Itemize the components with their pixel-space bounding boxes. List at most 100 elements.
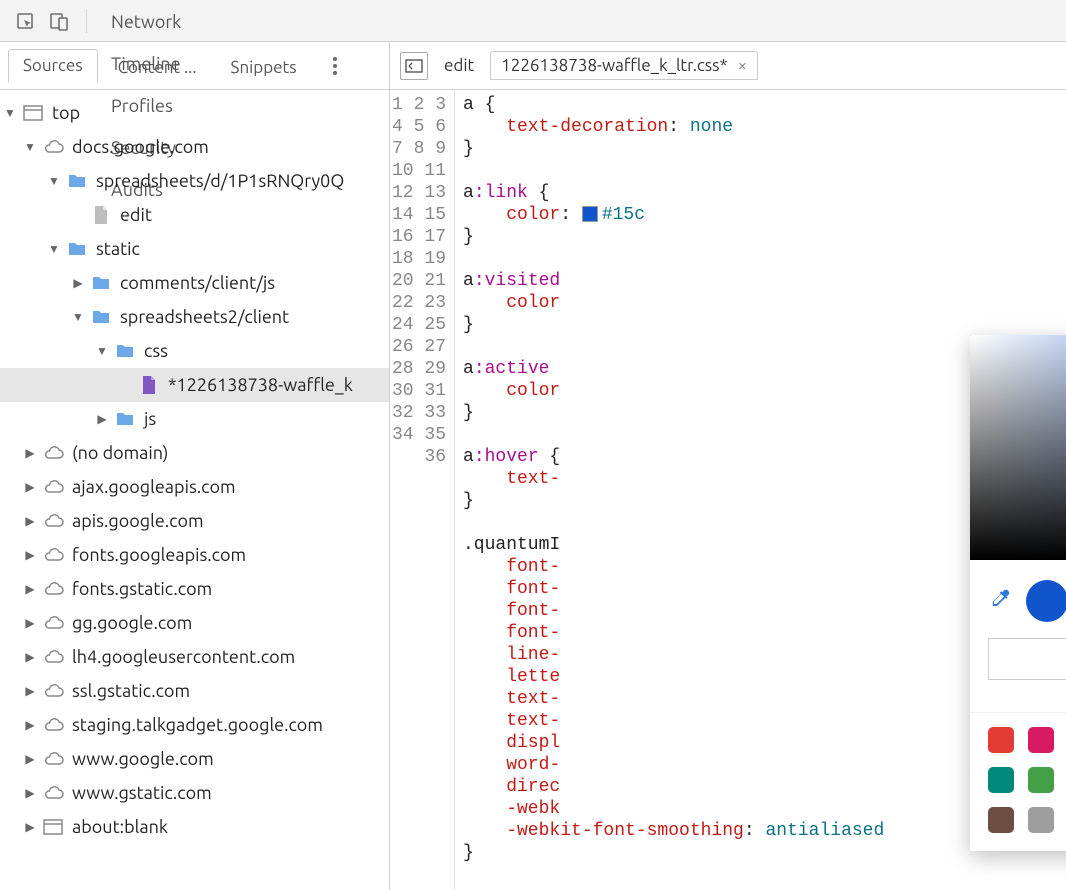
palette-swatch[interactable] <box>988 767 1014 793</box>
color-swatch[interactable] <box>582 206 598 222</box>
tree-item[interactable]: ▶ ajax.googleapis.com <box>0 470 389 504</box>
disclosure-arrow-icon[interactable]: ▶ <box>24 446 36 460</box>
disclosure-arrow-icon[interactable]: ▶ <box>24 752 36 766</box>
tree-item[interactable]: ▶ gg.google.com <box>0 606 389 640</box>
tree-item[interactable]: ▶staging.talkgadget.google.com <box>0 708 389 742</box>
code-editor[interactable]: 1 2 3 4 5 6 7 8 9 10 11 12 13 14 15 16 1… <box>390 90 1066 890</box>
disclosure-arrow-icon[interactable]: ▶ <box>24 718 36 732</box>
close-icon[interactable]: × <box>738 56 748 75</box>
editor-active-tab[interactable]: 1226138738-waffle_k_ltr.css* × <box>490 51 758 80</box>
cloud-icon <box>42 613 64 633</box>
tree-item[interactable]: ▶ www.google.com <box>0 742 389 776</box>
disclosure-arrow-icon[interactable]: ▶ <box>72 276 84 290</box>
tree-item[interactable]: ▶about:blank <box>0 810 389 844</box>
swatch-palette: ▲▼ <box>970 713 1066 851</box>
cssfile-icon <box>138 375 160 395</box>
palette-swatch[interactable] <box>1028 807 1054 833</box>
palette-swatch[interactable] <box>988 807 1014 833</box>
cloud-icon <box>42 443 64 463</box>
tree-item[interactable]: ▶ www.gstatic.com <box>0 776 389 810</box>
tree-item-label: spreadsheets/d/1P1sRNQry0Q <box>96 171 344 191</box>
tree-item[interactable]: ▼ docs.google.com <box>0 130 389 164</box>
line-number-gutter: 1 2 3 4 5 6 7 8 9 10 11 12 13 14 15 16 1… <box>390 90 455 890</box>
tree-item-label: *1226138738-waffle_k <box>168 375 353 395</box>
disclosure-arrow-icon[interactable]: ▶ <box>96 412 108 426</box>
subtab-sources[interactable]: Sources <box>8 49 98 83</box>
tree-item[interactable]: ▶ssl.gstatic.com <box>0 674 389 708</box>
cloud-icon <box>42 749 64 769</box>
tree-item-label: css <box>144 341 168 361</box>
cloud-icon <box>42 715 64 735</box>
tree-item[interactable]: ▼ spreadsheets/d/1P1sRNQry0Q <box>0 164 389 198</box>
navigator-toggle-icon[interactable] <box>400 52 428 80</box>
tree-item[interactable]: *1226138738-waffle_k <box>0 368 389 402</box>
window-icon <box>22 103 44 123</box>
tree-item[interactable]: ▶ lh4.googleusercontent.com <box>0 640 389 674</box>
cloud-icon <box>42 579 64 599</box>
tree-item-label: www.google.com <box>72 749 214 769</box>
tree-item[interactable]: ▶comments/client/js <box>0 266 389 300</box>
tree-item[interactable]: ▼ css <box>0 334 389 368</box>
disclosure-arrow-icon[interactable]: ▶ <box>24 820 36 834</box>
cloud-icon <box>42 681 64 701</box>
tree-item[interactable]: ▶apis.google.com <box>0 504 389 538</box>
disclosure-arrow-icon[interactable]: ▶ <box>24 650 36 664</box>
tree-item-label: top <box>52 103 80 123</box>
saturation-value-field[interactable] <box>970 335 1066 560</box>
disclosure-arrow-icon[interactable]: ▶ <box>24 786 36 800</box>
more-options-icon[interactable] <box>323 57 347 75</box>
tree-item-label: edit <box>120 205 152 225</box>
folder-icon <box>90 307 112 327</box>
folder-icon <box>66 239 88 259</box>
disclosure-arrow-icon[interactable]: ▶ <box>24 616 36 630</box>
sources-toolbar: SourcesContent ...Snippets edit 12261387… <box>0 42 1066 90</box>
subtab-content-[interactable]: Content ... <box>104 52 211 83</box>
palette-swatch[interactable] <box>1028 727 1054 753</box>
palette-swatch[interactable] <box>1028 767 1054 793</box>
disclosure-arrow-icon[interactable]: ▶ <box>24 514 36 528</box>
disclosure-arrow-icon[interactable]: ▼ <box>72 310 84 324</box>
window-icon <box>42 817 64 837</box>
separator <box>86 9 87 33</box>
disclosure-arrow-icon[interactable]: ▼ <box>96 344 108 358</box>
tab-network[interactable]: Network <box>97 1 217 43</box>
cloud-icon <box>42 137 64 157</box>
hex-input[interactable] <box>988 638 1066 680</box>
eyedropper-icon[interactable] <box>988 586 1012 616</box>
device-toggle-icon[interactable] <box>46 8 72 34</box>
tree-item[interactable]: ▶fonts.gstatic.com <box>0 572 389 606</box>
cloud-icon <box>42 511 64 531</box>
tree-item-label: lh4.googleusercontent.com <box>72 647 295 667</box>
disclosure-arrow-icon[interactable]: ▶ <box>24 480 36 494</box>
tree-item-label: gg.google.com <box>72 613 192 633</box>
disclosure-arrow-icon[interactable]: ▶ <box>24 582 36 596</box>
cloud-icon <box>42 545 64 565</box>
disclosure-arrow-icon[interactable]: ▼ <box>48 242 60 256</box>
editor-prev-file[interactable]: edit <box>438 56 480 75</box>
devtools-tab-bar: ElementsConsoleSourcesApplicationNetwork… <box>0 0 1066 42</box>
file-tree: ▼ top ▼ docs.google.com ▼ spreadsheets/d/1P1s… <box>0 90 390 890</box>
inspect-element-icon[interactable] <box>12 8 38 34</box>
editor-tab-title: 1226138738-waffle_k_ltr.css* <box>501 56 727 75</box>
tree-item-label: www.gstatic.com <box>72 783 212 803</box>
tree-item[interactable]: ▶fonts.googleapis.com <box>0 538 389 572</box>
tree-item-label: ajax.googleapis.com <box>72 477 236 497</box>
tree-item-label: docs.google.com <box>72 137 209 157</box>
palette-swatch[interactable] <box>988 727 1014 753</box>
disclosure-arrow-icon[interactable]: ▼ <box>4 106 16 120</box>
subtab-snippets[interactable]: Snippets <box>217 52 311 83</box>
tree-item[interactable]: ▼ spreadsheets2/client <box>0 300 389 334</box>
disclosure-arrow-icon[interactable]: ▶ <box>24 684 36 698</box>
disclosure-arrow-icon[interactable]: ▼ <box>24 140 36 154</box>
tree-item[interactable]: ▶ (no domain) <box>0 436 389 470</box>
tree-item-label: spreadsheets2/client <box>120 307 289 327</box>
tree-item[interactable]: ▶js <box>0 402 389 436</box>
tree-item-label: (no domain) <box>72 443 168 463</box>
cloud-icon <box>42 477 64 497</box>
disclosure-arrow-icon[interactable]: ▶ <box>24 548 36 562</box>
hex-label: HEX <box>970 684 1066 702</box>
tree-item[interactable]: ▼static <box>0 232 389 266</box>
tree-item[interactable]: edit <box>0 198 389 232</box>
tree-item[interactable]: ▼ top <box>0 96 389 130</box>
disclosure-arrow-icon[interactable]: ▼ <box>48 174 60 188</box>
